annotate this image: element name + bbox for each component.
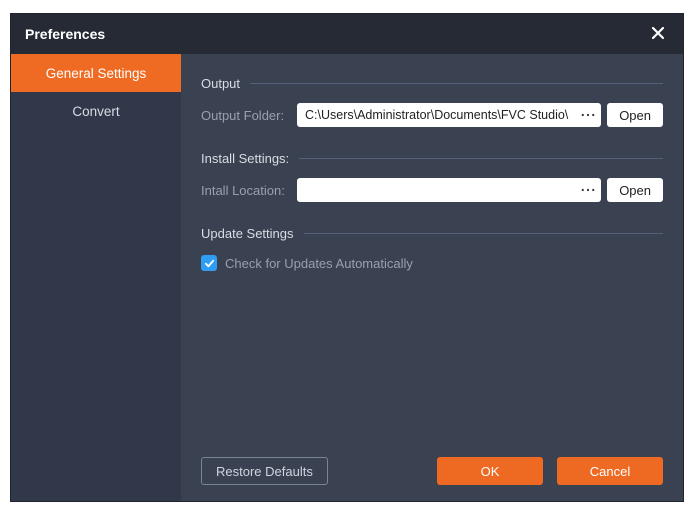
install-location-input-wrap — [297, 178, 601, 202]
section-title: Update Settings — [201, 226, 294, 241]
output-folder-row: Output Folder: Open — [201, 103, 663, 127]
section-title: Install Settings: — [201, 151, 289, 166]
auto-update-label: Check for Updates Automatically — [225, 256, 413, 271]
install-location-label: Intall Location: — [201, 183, 291, 198]
install-location-input[interactable] — [305, 183, 575, 197]
window-title: Preferences — [25, 26, 105, 42]
divider — [304, 233, 663, 234]
sidebar-item-label: General Settings — [46, 66, 147, 81]
section-title: Output — [201, 76, 240, 91]
open-output-button[interactable]: Open — [607, 103, 663, 127]
divider — [250, 83, 663, 84]
titlebar: Preferences — [11, 14, 683, 54]
sidebar-item-label: Convert — [72, 104, 119, 119]
ok-button[interactable]: OK — [437, 457, 543, 485]
restore-defaults-button[interactable]: Restore Defaults — [201, 457, 328, 485]
body: General Settings Convert Output Output F… — [11, 54, 683, 501]
main-panel: Output Output Folder: Open Install Setti… — [181, 54, 683, 501]
divider — [299, 158, 663, 159]
cancel-button[interactable]: Cancel — [557, 457, 663, 485]
section-header-update: Update Settings — [201, 226, 663, 241]
output-folder-label: Output Folder: — [201, 108, 291, 123]
close-icon[interactable] — [647, 22, 669, 47]
sidebar: General Settings Convert — [11, 54, 181, 501]
ellipsis-icon[interactable] — [579, 106, 597, 124]
auto-update-row: Check for Updates Automatically — [201, 255, 663, 271]
open-install-button[interactable]: Open — [607, 178, 663, 202]
footer: Restore Defaults OK Cancel — [201, 457, 663, 485]
section-header-output: Output — [201, 76, 663, 91]
output-folder-input-wrap — [297, 103, 601, 127]
section-header-install: Install Settings: — [201, 151, 663, 166]
auto-update-checkbox[interactable] — [201, 255, 217, 271]
output-folder-input[interactable] — [305, 108, 575, 122]
sidebar-item-convert[interactable]: Convert — [11, 92, 181, 130]
install-location-row: Intall Location: Open — [201, 178, 663, 202]
sidebar-item-general[interactable]: General Settings — [11, 54, 181, 92]
preferences-window: Preferences General Settings Convert Out… — [10, 13, 684, 502]
ellipsis-icon[interactable] — [579, 181, 597, 199]
